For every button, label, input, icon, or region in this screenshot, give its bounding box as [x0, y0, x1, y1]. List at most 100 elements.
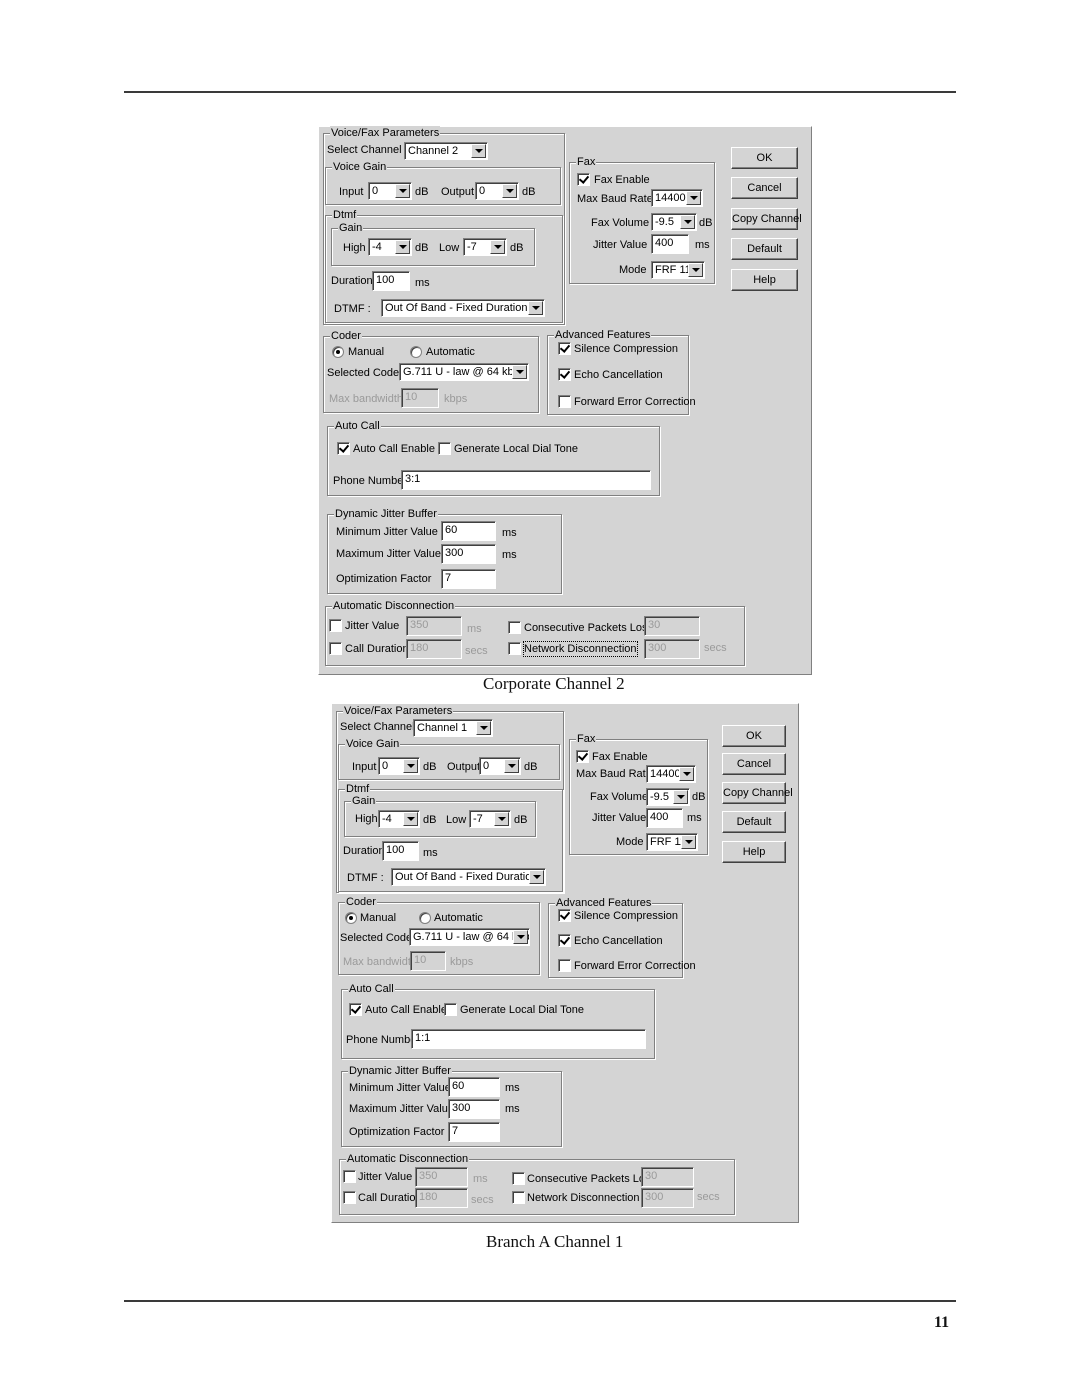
- forward-error-correction-checkbox[interactable]: [558, 959, 571, 972]
- copy-channel-button[interactable]: Copy Channel: [731, 208, 802, 230]
- silence-compression-checkbox[interactable]: [558, 342, 571, 355]
- dtmf-mode-combo[interactable]: Out Of Band - Fixed Duration: [391, 868, 546, 886]
- min-jitter-field[interactable]: 60: [441, 521, 496, 541]
- generate-dial-tone-checkbox[interactable]: [438, 442, 451, 455]
- select-channel-combo[interactable]: Channel 2: [404, 142, 488, 160]
- dtmf-high-combo[interactable]: -4: [368, 238, 412, 256]
- chevron-down-icon[interactable]: [403, 812, 418, 826]
- packets-lost-checkbox[interactable]: [512, 1172, 525, 1185]
- min-jitter-field[interactable]: 60: [448, 1077, 500, 1097]
- fax-volume-combo[interactable]: -9.5: [651, 213, 697, 231]
- network-disconnect-checkbox[interactable]: [508, 642, 521, 655]
- chevron-down-icon[interactable]: [494, 812, 509, 826]
- jitter-disconnect-field[interactable]: 350: [415, 1167, 468, 1187]
- chevron-down-icon[interactable]: [395, 240, 410, 254]
- chevron-down-icon[interactable]: [688, 263, 703, 277]
- auto-call-enable-checkbox[interactable]: [337, 442, 350, 455]
- input-gain-combo[interactable]: 0: [378, 757, 420, 775]
- fax-enable-checkbox[interactable]: [577, 173, 590, 186]
- echo-cancellation-checkbox[interactable]: [558, 368, 571, 381]
- output-gain-combo[interactable]: 0: [479, 757, 521, 775]
- call-duration-checkbox[interactable]: [329, 642, 342, 655]
- phone-number-field[interactable]: 1:1: [411, 1029, 646, 1049]
- selected-coder-combo[interactable]: G.711 U - law @ 64 kbps: [399, 363, 529, 381]
- chevron-down-icon[interactable]: [395, 184, 410, 198]
- fax-mode-combo[interactable]: FRF 11: [651, 261, 705, 279]
- network-disconnect-checkbox[interactable]: [512, 1191, 525, 1204]
- input-gain-combo[interactable]: 0: [368, 182, 412, 200]
- echo-cancellation-checkbox[interactable]: [558, 934, 571, 947]
- call-duration-field[interactable]: 180: [415, 1188, 468, 1208]
- default-button[interactable]: Default: [722, 811, 786, 833]
- optimization-factor-field[interactable]: 7: [448, 1122, 500, 1142]
- dtmf-low-combo[interactable]: -7: [469, 810, 511, 828]
- dtmf-low-combo[interactable]: -7: [463, 238, 507, 256]
- call-duration-checkbox[interactable]: [343, 1191, 356, 1204]
- network-disconnect-field[interactable]: 300: [641, 1188, 694, 1208]
- packets-lost-checkbox[interactable]: [508, 621, 521, 634]
- default-button[interactable]: Default: [731, 238, 798, 260]
- jitter-disconnect-field[interactable]: 350: [406, 616, 462, 636]
- dtmf-duration-field[interactable]: 100: [382, 841, 419, 861]
- coder-automatic-radio[interactable]: [419, 912, 431, 924]
- call-duration-field[interactable]: 180: [406, 639, 462, 659]
- max-bandwidth-field[interactable]: 10: [410, 951, 446, 971]
- chevron-down-icon[interactable]: [528, 301, 543, 315]
- dtmf-high-combo[interactable]: -4: [378, 810, 420, 828]
- phone-number-field[interactable]: 3:1: [401, 470, 651, 490]
- chevron-down-icon[interactable]: [512, 365, 527, 379]
- fax-jitter-field[interactable]: 400: [646, 808, 683, 828]
- fax-mode-combo[interactable]: FRF 11: [646, 833, 698, 851]
- chevron-down-icon[interactable]: [502, 184, 517, 198]
- dtmf-low-value: -7: [467, 241, 477, 253]
- dtmf-mode-combo[interactable]: Out Of Band - Fixed Duration: [381, 299, 545, 317]
- chevron-down-icon[interactable]: [681, 835, 696, 849]
- max-baud-rate-combo[interactable]: 14400: [651, 189, 703, 207]
- chevron-down-icon[interactable]: [529, 870, 544, 884]
- fax-jitter-field[interactable]: 400: [651, 234, 689, 254]
- auto-call-enable-checkbox[interactable]: [349, 1003, 362, 1016]
- coder-manual-radio[interactable]: [332, 346, 344, 358]
- jitter-disconnect-checkbox[interactable]: [329, 619, 342, 632]
- chevron-down-icon[interactable]: [490, 240, 505, 254]
- fax-volume-combo[interactable]: -9.5: [646, 788, 690, 806]
- phone-number-label: Phone Number: [346, 1034, 420, 1046]
- copy-channel-button[interactable]: Copy Channel: [722, 782, 793, 804]
- packets-lost-field[interactable]: 30: [641, 1167, 694, 1187]
- chevron-down-icon[interactable]: [471, 144, 486, 158]
- coder-automatic-radio[interactable]: [410, 346, 422, 358]
- jitter-disconnect-checkbox[interactable]: [343, 1170, 356, 1183]
- packets-lost-field[interactable]: 30: [644, 616, 700, 636]
- chevron-down-icon[interactable]: [679, 767, 694, 781]
- ok-button[interactable]: OK: [722, 725, 786, 747]
- generate-dial-tone-checkbox[interactable]: [444, 1003, 457, 1016]
- cancel-button[interactable]: Cancel: [731, 177, 798, 199]
- silence-compression-checkbox[interactable]: [558, 909, 571, 922]
- chevron-down-icon[interactable]: [680, 215, 695, 229]
- ok-button[interactable]: OK: [731, 147, 798, 169]
- chevron-down-icon[interactable]: [504, 759, 519, 773]
- help-button[interactable]: Help: [731, 269, 798, 291]
- chevron-down-icon[interactable]: [476, 721, 491, 735]
- chevron-down-icon[interactable]: [403, 759, 418, 773]
- coder-manual-radio[interactable]: [345, 912, 357, 924]
- max-jitter-field[interactable]: 300: [448, 1099, 500, 1119]
- selected-coder-combo[interactable]: G.711 U - law @ 64 kbps: [409, 928, 530, 946]
- cancel-button[interactable]: Cancel: [722, 753, 786, 775]
- output-gain-combo[interactable]: 0: [475, 182, 519, 200]
- call-duration-label: Call Duration: [358, 1192, 422, 1204]
- chevron-down-icon[interactable]: [673, 790, 688, 804]
- max-baud-rate-combo[interactable]: 14400: [646, 765, 696, 783]
- chevron-down-icon[interactable]: [686, 191, 701, 205]
- chevron-down-icon[interactable]: [513, 930, 528, 944]
- coder-title: Coder: [330, 329, 362, 343]
- max-jitter-field[interactable]: 300: [441, 544, 496, 564]
- forward-error-correction-checkbox[interactable]: [558, 395, 571, 408]
- select-channel-combo[interactable]: Channel 1: [413, 719, 493, 737]
- help-button[interactable]: Help: [722, 841, 786, 863]
- optimization-factor-field[interactable]: 7: [441, 569, 496, 589]
- network-disconnect-field[interactable]: 300: [644, 639, 700, 659]
- fax-enable-checkbox[interactable]: [576, 750, 589, 763]
- dtmf-duration-field[interactable]: 100: [372, 271, 410, 291]
- max-bandwidth-field[interactable]: 10: [401, 388, 439, 408]
